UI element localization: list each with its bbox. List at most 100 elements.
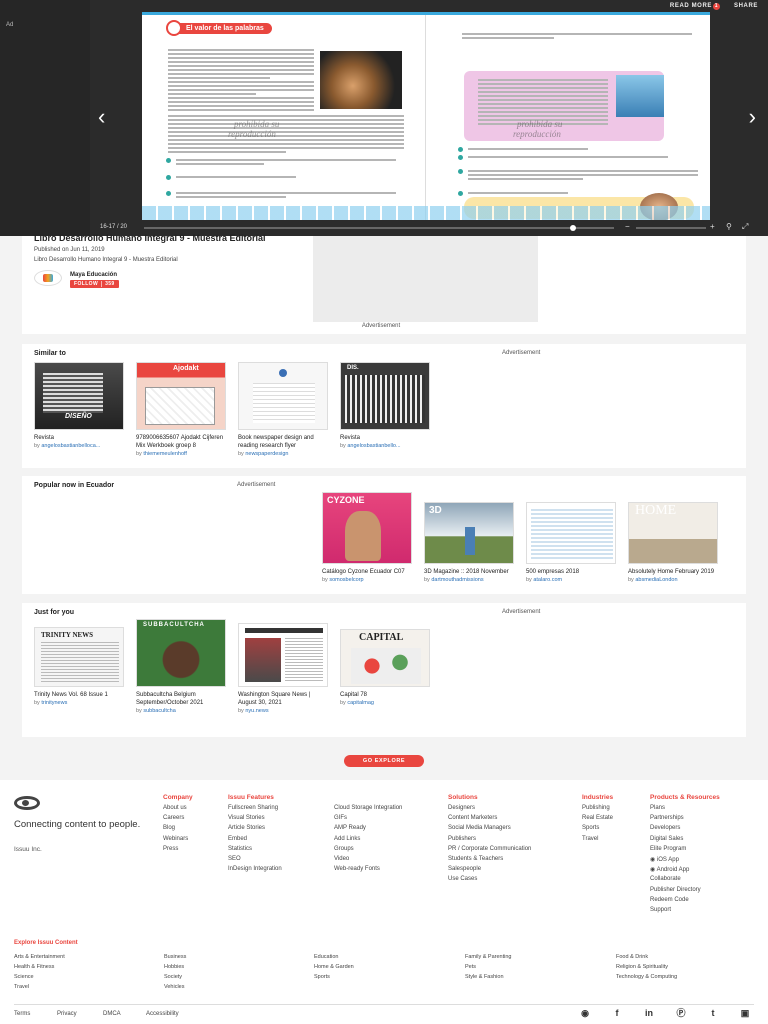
category-link[interactable]: Hobbies [164, 964, 184, 970]
slider-handle[interactable] [570, 225, 576, 231]
chevron-right-icon[interactable]: › [749, 104, 756, 130]
publication-card[interactable]: 500 empresas 2018 by atalaro.com [526, 502, 618, 583]
footer-link[interactable]: AMP Ready [334, 825, 402, 835]
publication-card[interactable]: DISEÑO Revista by angelosbastianbelloca.… [34, 362, 126, 449]
share-button[interactable]: SHARE [734, 3, 758, 10]
author-link[interactable]: angelosbastianbello... [347, 443, 400, 449]
publication-card[interactable]: DIS. Revista by angelosbastianbello... [340, 362, 432, 449]
footer-link[interactable]: Social Media Managers [448, 825, 531, 835]
publisher-avatar[interactable] [34, 270, 62, 286]
footer-link[interactable]: Support [650, 907, 720, 917]
advertisement-slot[interactable] [313, 236, 538, 322]
card-title[interactable]: Book newspaper design and reading resear… [238, 434, 330, 450]
author-link[interactable]: newspaperdesign [245, 451, 288, 457]
author-link[interactable]: nyu.news [245, 708, 268, 714]
page-slider[interactable] [144, 225, 614, 231]
footer-link[interactable]: Redeem Code [650, 897, 720, 907]
footer-link[interactable]: Blog [163, 825, 193, 835]
search-icon[interactable]: ⚲ [726, 222, 732, 231]
category-link[interactable]: Home & Garden [314, 964, 354, 970]
card-title[interactable]: Revista [34, 434, 126, 442]
card-title[interactable]: Revista [340, 434, 432, 442]
linkedin-icon[interactable]: in [644, 1008, 654, 1018]
card-title[interactable]: 3D Magazine :: 2018 November [424, 568, 516, 576]
footer-link[interactable]: Publishers [448, 836, 531, 846]
footer-link[interactable]: Digital Sales [650, 836, 720, 846]
go-explore-button[interactable]: GO EXPLORE [344, 755, 424, 767]
publication-card[interactable]: HOME Absolutely Home February 2019 by ab… [628, 502, 720, 583]
publication-thumbnail[interactable]: SUBBACULTCHA [136, 619, 226, 687]
publication-card[interactable]: TRINITY NEWS Trinity News Vol. 68 Issue … [34, 627, 126, 706]
publication-card[interactable]: 3D 3D Magazine :: 2018 November by dartm… [424, 502, 516, 583]
footer-link[interactable]: Fullscreen Sharing [228, 805, 282, 815]
page-spread[interactable]: El valor de las palabras prohibida su re… [142, 12, 710, 220]
footer-link[interactable]: Statistics [228, 846, 282, 856]
card-title[interactable]: Absolutely Home February 2019 [628, 568, 720, 576]
publisher-name[interactable]: Maya Educación [70, 272, 117, 278]
category-link[interactable]: Vehicles [164, 984, 185, 990]
footer-link[interactable]: Partnerships [650, 815, 720, 825]
category-link[interactable]: Style & Fashion [465, 974, 504, 980]
footer-link-android[interactable]: ◉ Android App [650, 866, 720, 876]
category-link[interactable]: Science [14, 974, 34, 980]
category-link[interactable]: Society [164, 974, 182, 980]
footer-link[interactable]: Webinars [163, 836, 193, 846]
footer-link[interactable]: Real Estate [582, 815, 613, 825]
footer-link[interactable]: Careers [163, 815, 193, 825]
publication-thumbnail[interactable]: TRINITY NEWS [34, 627, 124, 687]
footer-link[interactable]: InDesign Integration [228, 866, 282, 876]
publication-card[interactable]: CAPITAL Capital 78 by capitalmag [340, 629, 432, 706]
card-title[interactable]: Trinity News Vol. 68 Issue 1 [34, 691, 126, 699]
author-link[interactable]: dartmouthadmissions [431, 577, 483, 583]
publication-card[interactable]: CYZONE Catálogo Cyzone Ecuador C07 by so… [322, 492, 414, 583]
card-title[interactable]: Capital 78 [340, 691, 432, 699]
category-link[interactable]: Technology & Computing [616, 974, 677, 980]
category-link[interactable]: Education [314, 954, 338, 960]
card-title[interactable]: Catálogo Cyzone Ecuador C07 [322, 568, 414, 576]
footer-link[interactable]: Video [334, 856, 402, 866]
footer-link[interactable]: SEO [228, 856, 282, 866]
footer-link[interactable]: Elite Program [650, 846, 720, 856]
publication-card[interactable]: Ajodakt 9789006635607 Ajodakt Cijferen M… [136, 362, 228, 457]
footer-link-ios[interactable]: ◉ iOS App [650, 856, 720, 866]
issuu-icon[interactable]: ◉ [580, 1008, 590, 1018]
footer-link[interactable]: About us [163, 805, 193, 815]
publication-card[interactable]: Washington Square News | August 30, 2021… [238, 623, 330, 714]
zoom-in-icon[interactable]: + [710, 222, 715, 231]
category-link[interactable]: Pets [465, 964, 476, 970]
accessibility-link[interactable]: Accessibility [146, 1011, 179, 1017]
category-link[interactable]: Business [164, 954, 186, 960]
footer-link[interactable]: Designers [448, 805, 531, 815]
dmca-link[interactable]: DMCA [103, 1011, 121, 1017]
footer-link[interactable]: Plans [650, 805, 720, 815]
publication-thumbnail[interactable] [238, 362, 328, 430]
footer-link[interactable]: Article Stories [228, 825, 282, 835]
twitter-icon[interactable]: t [708, 1008, 718, 1018]
author-link[interactable]: absmediaLondon [635, 577, 677, 583]
footer-link[interactable]: Web-ready Fonts [334, 866, 402, 876]
publication-thumbnail[interactable]: DIS. [340, 362, 430, 430]
publication-card[interactable]: Book newspaper design and reading resear… [238, 362, 330, 457]
card-title[interactable]: 9789006635607 Ajodakt Cijferen Mix Werkb… [136, 434, 228, 450]
author-link[interactable]: subbacultcha [143, 708, 175, 714]
footer-link[interactable]: Sports [582, 825, 613, 835]
read-more-button[interactable]: READ MORE 1 [670, 3, 720, 10]
card-title[interactable]: Subbacultcha Belgium September/October 2… [136, 691, 228, 707]
footer-link[interactable]: Developers [650, 825, 720, 835]
follow-button[interactable]: FOLLOW 359 [70, 280, 119, 288]
category-link[interactable]: Family & Parenting [465, 954, 511, 960]
footer-link[interactable]: GIFs [334, 815, 402, 825]
instagram-icon[interactable]: ▣ [740, 1008, 750, 1018]
publication-thumbnail[interactable]: HOME [628, 502, 718, 564]
category-link[interactable]: Arts & Entertainment [14, 954, 65, 960]
publication-thumbnail[interactable]: CYZONE [322, 492, 412, 564]
footer-link[interactable]: Groups [334, 846, 402, 856]
footer-link[interactable]: Salespeople [448, 866, 531, 876]
facebook-icon[interactable]: f [612, 1008, 622, 1018]
category-link[interactable]: Travel [14, 984, 29, 990]
terms-link[interactable]: Terms [14, 1011, 30, 1017]
footer-link[interactable]: Embed [228, 836, 282, 846]
card-title[interactable]: 500 empresas 2018 [526, 568, 618, 576]
author-link[interactable]: trinitynews [41, 700, 67, 706]
footer-link[interactable]: Publishing [582, 805, 613, 815]
